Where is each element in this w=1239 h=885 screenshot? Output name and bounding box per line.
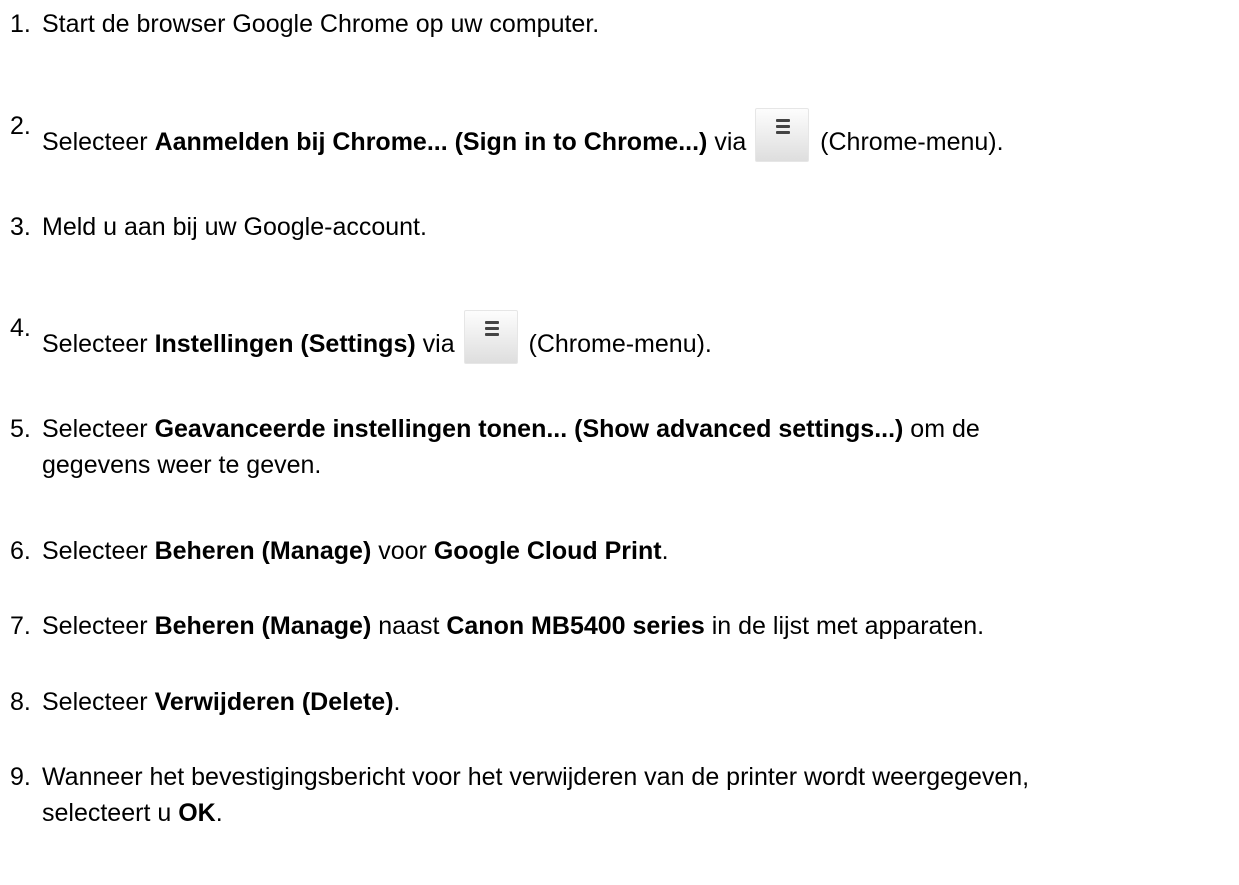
step-text-bold: Canon MB5400 series <box>446 612 705 640</box>
chrome-menu-icon <box>463 310 518 364</box>
step-text-plain: gegevens weer te geven. <box>42 451 322 479</box>
step-text-plain: naast <box>371 612 447 640</box>
step-number: 5. <box>10 415 31 443</box>
step-text-plain: Meld u aan bij uw Google-account. <box>42 213 427 241</box>
step-text: Selecteer Beheren (Manage) naast Canon M… <box>42 608 984 644</box>
step-text: Meld u aan bij uw Google-account. <box>42 209 427 245</box>
step-text-plain: om de <box>903 415 980 443</box>
step-text: Selecteer Geavanceerde instellingen tone… <box>42 411 980 483</box>
step-number: 2. <box>10 112 31 140</box>
step-text-plain: voor <box>371 537 434 565</box>
step-text-plain: via <box>707 128 754 156</box>
step-number: 1. <box>10 10 31 38</box>
step-text: Wanneer het bevestigingsbericht voor het… <box>42 759 1029 831</box>
step-text-plain: . <box>215 799 223 827</box>
instruction-steps-list: 1. Start de browser Google Chrome op uw … <box>0 0 1239 885</box>
chrome-menu-icon <box>755 108 810 162</box>
step-number: 6. <box>10 537 31 565</box>
step-text-plain: Selecteer <box>42 330 155 358</box>
step-1: 1. Start de browser Google Chrome op uw … <box>10 6 599 42</box>
step-text-plain: Selecteer <box>42 688 155 716</box>
step-text-bold: Instellingen (Settings) <box>154 330 416 358</box>
step-number: 9. <box>10 763 31 791</box>
step-number: 4. <box>10 314 31 342</box>
step-text-bold: Aanmelden bij Chrome... (Sign in to Chro… <box>154 128 708 156</box>
step-text-plain: (Chrome-menu). <box>813 128 1004 156</box>
step-text-plain: Selecteer <box>42 128 155 156</box>
step-text-bold: Geavanceerde instellingen tonen... (Show… <box>154 415 904 443</box>
step-text: Selecteer Instellingen (Settings) via (C… <box>42 310 712 364</box>
step-text-plain: selecteert u <box>42 799 179 827</box>
step-text-bold: OK <box>178 799 216 827</box>
step-text: Selecteer Beheren (Manage) voor Google C… <box>42 533 669 569</box>
step-7: 7. Selecteer Beheren (Manage) naast Cano… <box>10 608 984 644</box>
step-4: 4. Selecteer Instellingen (Settings) via… <box>10 310 712 364</box>
step-text-bold: Google Cloud Print <box>433 537 662 565</box>
step-text-plain: Start de browser Google Chrome op uw com… <box>42 10 600 38</box>
step-text-bold: Beheren (Manage) <box>154 537 372 565</box>
step-text: Selecteer Aanmelden bij Chrome... (Sign … <box>42 108 1004 162</box>
step-text-plain: Wanneer het bevestigingsbericht voor het… <box>42 763 1030 791</box>
step-text-plain: Selecteer <box>42 415 155 443</box>
step-text-bold: Verwijderen (Delete) <box>154 688 394 716</box>
step-number: 3. <box>10 213 31 241</box>
step-2: 2. Selecteer Aanmelden bij Chrome... (Si… <box>10 108 1004 162</box>
step-number: 7. <box>10 612 31 640</box>
step-5: 5. Selecteer Geavanceerde instellingen t… <box>10 411 980 483</box>
step-text-plain: . <box>661 537 669 565</box>
step-text-plain: Selecteer <box>42 612 155 640</box>
step-6: 6. Selecteer Beheren (Manage) voor Googl… <box>10 533 669 569</box>
step-text-plain: Selecteer <box>42 537 155 565</box>
step-text-bold: Beheren (Manage) <box>154 612 372 640</box>
step-text-plain: . <box>393 688 401 716</box>
step-text-plain: in de lijst met apparaten. <box>704 612 985 640</box>
step-text-plain: (Chrome-menu). <box>521 330 712 358</box>
step-8: 8. Selecteer Verwijderen (Delete). <box>10 684 401 720</box>
step-number: 8. <box>10 688 31 716</box>
step-9: 9. Wanneer het bevestigingsbericht voor … <box>10 759 1029 831</box>
step-text-plain: via <box>415 330 462 358</box>
step-text: Selecteer Verwijderen (Delete). <box>42 684 401 720</box>
step-text: Start de browser Google Chrome op uw com… <box>42 6 599 42</box>
step-3: 3. Meld u aan bij uw Google-account. <box>10 209 427 245</box>
